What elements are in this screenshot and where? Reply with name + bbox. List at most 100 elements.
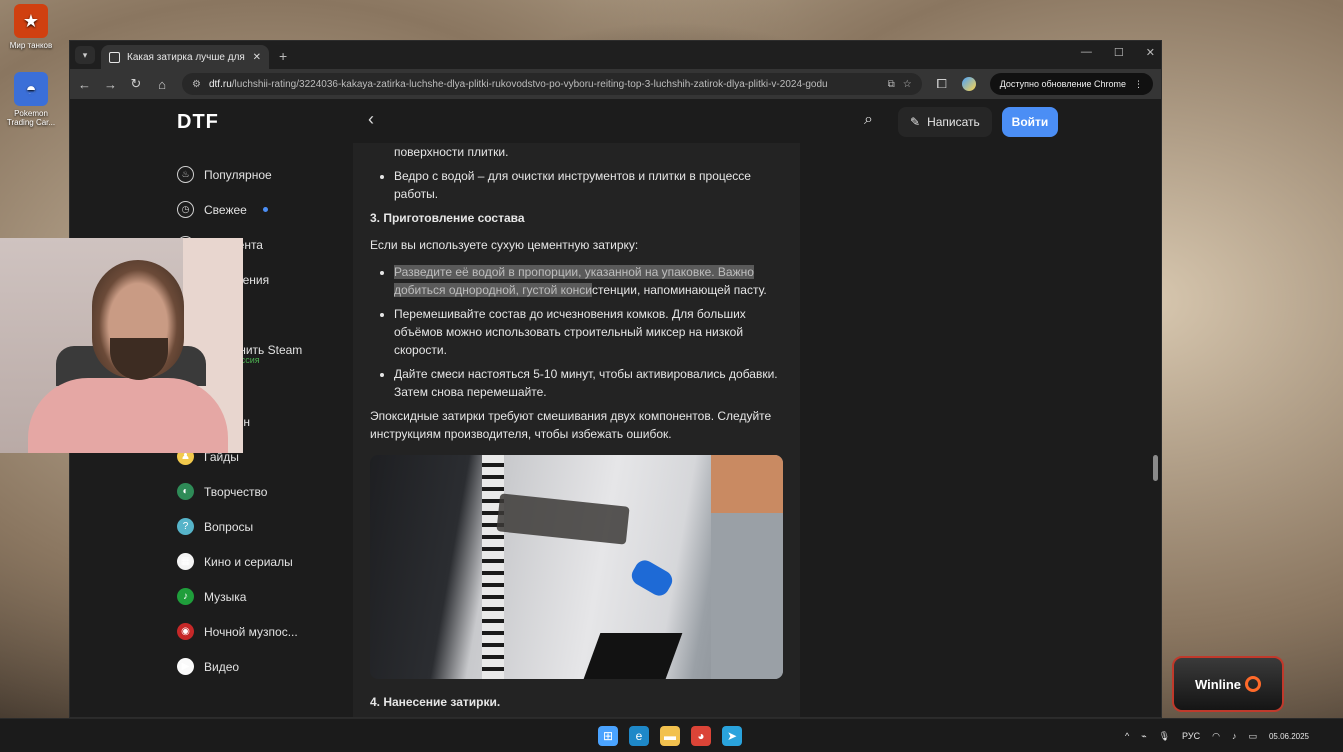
back-icon[interactable]: ←: [78, 77, 91, 92]
system-tray: ^ ⌁ 🎙 РУС ◠ ♪ ▭ 05.06.2025: [1125, 719, 1309, 752]
tab-title: Какая затирка лучше для плит: [127, 51, 246, 63]
clock[interactable]: 05.06.2025: [1269, 731, 1309, 742]
star-icon: ★: [14, 4, 48, 38]
fire-icon: ♨: [177, 166, 194, 183]
sidebar-item-label: Ночной музпос...: [204, 624, 298, 639]
prep-list-item: Перемешивайте состав до исчезновения ком…: [394, 305, 783, 359]
close-icon[interactable]: ✕: [1146, 46, 1155, 59]
sidebar-item-label: Популярное: [204, 167, 272, 182]
winline-logo-text: Winline: [1194, 676, 1242, 692]
windows-start-icon[interactable]: ⊞: [598, 726, 618, 746]
article-photo-grouting[interactable]: [370, 455, 783, 679]
desktop-icon-mir-tankov[interactable]: ★ Мир танков: [0, 4, 62, 50]
music-icon: ♪: [177, 588, 194, 605]
tab-favicon-icon: [109, 51, 120, 63]
sidebar-item-label: Творчество: [204, 484, 268, 499]
desktop-icon-pokemon[interactable]: ◓ Pokemon Trading Car...: [0, 72, 62, 127]
pencil-icon: ✎: [910, 115, 921, 129]
chrome-icon[interactable]: ◕: [691, 726, 711, 746]
winline-ring-icon: [1245, 676, 1262, 692]
site-settings-icon[interactable]: ⚙: [192, 79, 201, 90]
right-column: [800, 143, 1151, 717]
network-icon[interactable]: ⌁: [1141, 731, 1146, 742]
telegram-icon[interactable]: ➤: [722, 726, 742, 746]
url-host: dtf.ru: [208, 78, 232, 90]
profile-avatar[interactable]: [961, 77, 976, 91]
video-icon: ▶: [177, 658, 194, 675]
sidebar-item-label: Вопросы: [204, 519, 254, 534]
home-icon[interactable]: ⌂: [156, 77, 168, 92]
epoxy-note: Эпоксидные затирки требуют смешивания дв…: [370, 409, 772, 441]
tools-list-item: Ведро с водой – для очистки инструментов…: [394, 167, 783, 203]
sidebar-item[interactable]: ◉ Ночной музпос...: [177, 614, 357, 649]
tab-search-button[interactable]: ▾: [75, 46, 95, 64]
night-music-icon: ◉: [177, 623, 194, 640]
new-tab-button[interactable]: +: [279, 48, 287, 64]
url-path: /luchshii-rating/3224036-kakaya-zatirka-…: [231, 78, 828, 90]
maximize-icon[interactable]: ☐: [1114, 46, 1124, 59]
taskbar-apps: ⊞ e ▬ ◕ ➤: [598, 726, 742, 746]
sidebar-item[interactable]: ? Вопросы: [177, 509, 357, 544]
sidebar-item-label: Музыка: [204, 589, 247, 604]
microphone-icon[interactable]: 🎙: [1159, 731, 1170, 742]
article-text-fragment: поверхности плитки.: [394, 145, 509, 159]
questions-icon: ?: [177, 518, 194, 535]
desktop-icon-label: Pokemon Trading Car...: [6, 109, 56, 128]
extensions-icon[interactable]: ⧠: [936, 76, 948, 92]
webcam-overlay: [0, 238, 243, 453]
window-controls: — ☐ ✕: [1081, 46, 1155, 59]
desktop-icon-label: Мир танков: [9, 41, 53, 50]
unread-dot: [262, 207, 268, 212]
sidebar-item-label: Кино и сериалы: [204, 554, 293, 569]
scrollbar-thumb[interactable]: [1153, 455, 1158, 481]
login-button[interactable]: Войти: [1002, 107, 1058, 137]
section-3-heading: 3. Приготовление состава: [370, 211, 525, 225]
tray-chevron-icon[interactable]: ^: [1125, 731, 1129, 741]
taskbar: ⊞ e ▬ ◕ ➤ ^ ⌁ 🎙 РУС ◠ ♪ ▭ 05.06.2025: [0, 718, 1343, 752]
edge-icon[interactable]: e: [629, 726, 649, 746]
chrome-update-label: Доступно обновление Chrome: [999, 79, 1126, 89]
prep-item-rest: стенции, напоминающей пасту.: [592, 283, 767, 297]
explorer-folder-icon[interactable]: ▬: [660, 726, 680, 746]
site-logo[interactable]: DTF: [177, 111, 219, 134]
section-3-intro: Если вы используете сухую цементную зати…: [370, 238, 639, 252]
sidebar-item-label: Видео: [204, 659, 240, 674]
article-body: поверхности плитки. Ведро с водой – для …: [353, 143, 800, 717]
search-icon[interactable]: ⌕: [864, 111, 873, 129]
tab-close-icon[interactable]: ✕: [253, 52, 261, 63]
url-field[interactable]: ⚙ dtf.ru/luchshii-rating/3224036-kakaya-…: [182, 73, 922, 95]
chrome-update-button[interactable]: Доступно обновление Chrome ⋮: [989, 73, 1153, 95]
clock-date: 05.06.2025: [1268, 731, 1309, 741]
sidebar-item-label: Свежее: [204, 202, 247, 217]
clock-icon: ◷: [177, 201, 194, 218]
prep-list-item: Разведите её водой в пропорции, указанно…: [394, 263, 783, 299]
reload-icon[interactable]: ↻: [130, 76, 142, 92]
page-scrollbar[interactable]: [1151, 143, 1159, 717]
popcorn-icon: ▦: [177, 553, 194, 570]
language-indicator[interactable]: РУС: [1182, 731, 1200, 741]
bookmark-star-icon[interactable]: ☆: [903, 79, 912, 90]
sidebar-item[interactable]: ♨ Популярное: [177, 157, 357, 192]
kebab-menu-icon: ⋮: [1134, 78, 1143, 89]
battery-icon[interactable]: ▭: [1248, 731, 1257, 742]
sidebar-item[interactable]: ◷ Свежее: [177, 192, 357, 227]
address-bar: ← → ↻ ⌂ ⚙ dtf.ru/luchshii-rating/3224036…: [70, 69, 1161, 99]
minimize-icon[interactable]: —: [1081, 46, 1092, 59]
section-4-heading: 4. Нанесение затирки.: [370, 695, 501, 709]
install-app-icon[interactable]: ⧉: [888, 79, 895, 90]
tab-active[interactable]: Какая затирка лучше для плит ✕: [101, 45, 269, 69]
back-chevron-icon[interactable]: ‹: [368, 109, 374, 130]
art-icon: ◐: [177, 483, 194, 500]
site-header: DTF ‹ ⌕ ✎ Написать Войти: [70, 99, 1161, 143]
write-button-label: Написать: [927, 115, 980, 129]
volume-icon[interactable]: ♪: [1232, 731, 1237, 741]
winline-badge: Winline: [1172, 656, 1284, 712]
pokemon-icon: ◓: [14, 72, 48, 106]
sidebar-item[interactable]: ▶ Видео: [177, 649, 357, 684]
wifi-icon[interactable]: ◠: [1212, 731, 1220, 742]
forward-icon[interactable]: →: [104, 77, 117, 92]
write-button[interactable]: ✎ Написать: [898, 107, 992, 137]
sidebar-item[interactable]: ◐ Творчество: [177, 474, 357, 509]
sidebar-item[interactable]: ▦ Кино и сериалы: [177, 544, 357, 579]
sidebar-item[interactable]: ♪ Музыка: [177, 579, 357, 614]
